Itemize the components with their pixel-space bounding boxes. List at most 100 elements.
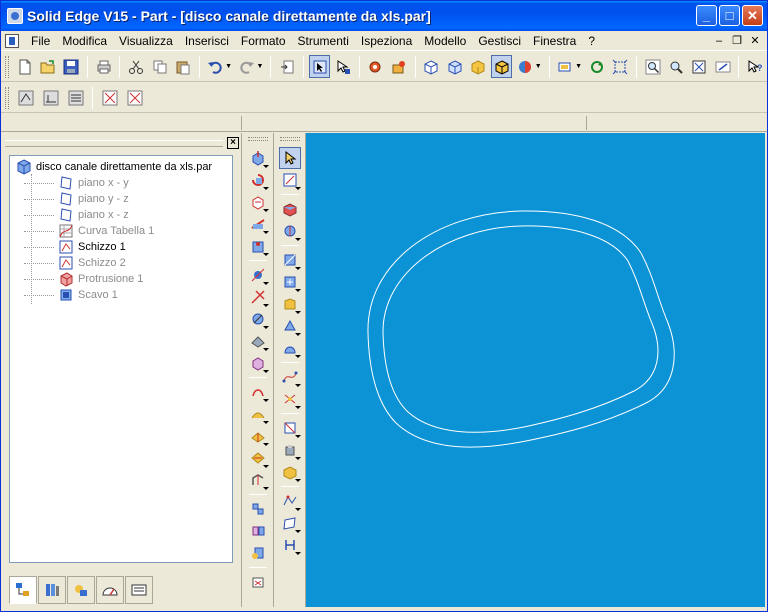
- select-manager-icon[interactable]: [332, 55, 353, 78]
- view-iso-icon[interactable]: [421, 55, 442, 78]
- tree-item-protrusione-1[interactable]: Protrusione 1: [10, 271, 143, 287]
- menu-help[interactable]: ?: [582, 34, 601, 48]
- pan-icon[interactable]: [712, 55, 733, 78]
- part-split-icon[interactable]: [279, 439, 301, 461]
- sweep-tool-icon[interactable]: [247, 403, 269, 425]
- view-orient-dropdown-icon[interactable]: ▼: [575, 63, 582, 70]
- bounded-surface-icon[interactable]: [279, 315, 301, 337]
- relation-icon[interactable]: [98, 86, 121, 109]
- cutout-tool-icon[interactable]: [247, 191, 269, 213]
- intersection-curve-icon[interactable]: [279, 388, 301, 410]
- bluesurf-icon[interactable]: [279, 337, 301, 359]
- copy-part-icon[interactable]: [247, 542, 269, 564]
- toolbar-grip[interactable]: [5, 55, 9, 78]
- swept-surface-icon[interactable]: [279, 249, 301, 271]
- sketch-plane-icon[interactable]: [279, 169, 301, 191]
- menu-modifica[interactable]: Modifica: [56, 34, 113, 48]
- select-tool-icon[interactable]: [308, 55, 331, 78]
- menu-modello[interactable]: Modello: [418, 34, 472, 48]
- shaded-edges-icon[interactable]: [490, 55, 513, 78]
- menu-formato[interactable]: Formato: [235, 34, 292, 48]
- copy-icon[interactable]: [149, 55, 170, 78]
- maximize-button[interactable]: □: [719, 5, 740, 26]
- split-face-icon[interactable]: [279, 417, 301, 439]
- paste-icon[interactable]: [172, 55, 193, 78]
- layers-icon[interactable]: [67, 576, 95, 604]
- menu-ispeziona[interactable]: Ispeziona: [355, 34, 418, 48]
- render-icon[interactable]: [514, 55, 535, 78]
- table-icon[interactable]: [64, 86, 87, 109]
- feature-tree-icon[interactable]: [9, 576, 37, 604]
- keypoint-curve-icon[interactable]: [279, 366, 301, 388]
- library-icon[interactable]: [38, 576, 66, 604]
- redo-icon[interactable]: [236, 55, 257, 78]
- save-icon[interactable]: [61, 55, 82, 78]
- fit-icon[interactable]: [609, 55, 630, 78]
- menu-strumenti[interactable]: Strumenti: [292, 34, 355, 48]
- feature-pathfinder-tree[interactable]: disco canale direttamente da xls.par pia…: [9, 155, 233, 563]
- toolbar-grip[interactable]: [280, 137, 300, 141]
- menu-finestra[interactable]: Finestra: [527, 34, 582, 48]
- tree-item-schizzo-2[interactable]: Schizzo 2: [10, 255, 126, 271]
- select-arrow-icon[interactable]: [279, 147, 301, 169]
- pattern-tool-icon[interactable]: [247, 498, 269, 520]
- offset-surface-icon[interactable]: [279, 271, 301, 293]
- new-icon[interactable]: [14, 55, 35, 78]
- feature-library-icon[interactable]: [365, 55, 386, 78]
- hole-tool-icon[interactable]: [247, 235, 269, 257]
- solid-edge-app-icon[interactable]: [7, 8, 23, 24]
- pathfinder-header[interactable]: ×: [5, 137, 241, 151]
- help-icon[interactable]: ?: [744, 55, 765, 78]
- menu-gestisci[interactable]: Gestisci: [472, 34, 527, 48]
- view-orient-icon[interactable]: [555, 55, 576, 78]
- rotate-icon[interactable]: [586, 55, 607, 78]
- revolved-cutout-icon[interactable]: [247, 213, 269, 235]
- sensors-icon[interactable]: [96, 576, 124, 604]
- toolbar-grip[interactable]: [5, 86, 9, 109]
- title-bar[interactable]: Solid Edge V15 - Part - [disco canale di…: [1, 1, 767, 31]
- tree-item-schizzo-1[interactable]: Schizzo 1: [10, 239, 126, 255]
- toolbar-grip[interactable]: [248, 137, 268, 141]
- helix-tool-icon[interactable]: [247, 425, 269, 447]
- document-icon[interactable]: [5, 33, 19, 48]
- menu-inserisci[interactable]: Inserisci: [179, 34, 235, 48]
- coordinate-system-icon[interactable]: [279, 534, 301, 556]
- cut-icon[interactable]: [125, 55, 146, 78]
- web-network-icon[interactable]: [247, 447, 269, 469]
- insert-icon[interactable]: [276, 55, 297, 78]
- thin-wall-icon[interactable]: [247, 352, 269, 374]
- family-member-icon[interactable]: [247, 571, 269, 593]
- lip-tool-icon[interactable]: [247, 469, 269, 491]
- undo-dropdown-icon[interactable]: ▼: [225, 63, 232, 70]
- mirror-tool-icon[interactable]: [247, 520, 269, 542]
- pathfinder-close-icon[interactable]: ×: [227, 137, 239, 149]
- undo-icon[interactable]: [205, 55, 226, 78]
- redo-dropdown-icon[interactable]: ▼: [256, 63, 263, 70]
- copy-surface-icon[interactable]: [279, 293, 301, 315]
- extruded-surface-icon[interactable]: [279, 198, 301, 220]
- round-tool-icon[interactable]: [247, 264, 269, 286]
- menu-visualizza[interactable]: Visualizza: [113, 34, 179, 48]
- mdi-close-button[interactable]: ✕: [747, 33, 763, 48]
- view-top-icon[interactable]: [444, 55, 465, 78]
- tree-item-plane-xy[interactable]: piano x - y: [10, 175, 129, 191]
- zoom-icon[interactable]: [665, 55, 686, 78]
- revolved-surface-icon[interactable]: [279, 220, 301, 242]
- tree-item-scavo-1[interactable]: Scavo 1: [10, 287, 118, 303]
- derived-curve-icon[interactable]: [279, 490, 301, 512]
- loft-tool-icon[interactable]: [247, 381, 269, 403]
- tree-root-item[interactable]: disco canale direttamente da xls.par: [16, 159, 212, 175]
- mdi-minimize-button[interactable]: –: [711, 33, 727, 48]
- graphics-window[interactable]: [306, 133, 765, 607]
- render-dropdown-icon[interactable]: ▼: [535, 63, 542, 70]
- revolve-tool-icon[interactable]: [247, 169, 269, 191]
- draft-tool-icon[interactable]: [247, 308, 269, 330]
- dimension-icon[interactable]: [123, 86, 146, 109]
- parts-library-icon[interactable]: [388, 55, 409, 78]
- pane-splitter[interactable]: [241, 133, 242, 607]
- tree-item-plane-xz[interactable]: piano x - z: [10, 207, 129, 223]
- shaded-icon[interactable]: [467, 55, 488, 78]
- profile-icon[interactable]: [39, 86, 62, 109]
- trim-surface-icon[interactable]: [279, 461, 301, 483]
- reference-plane-icon[interactable]: [279, 512, 301, 534]
